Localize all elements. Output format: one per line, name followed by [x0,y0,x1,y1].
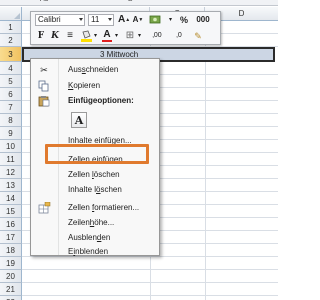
font-color-button[interactable]: A [101,30,113,42]
row-header[interactable]: 7 [0,101,22,114]
row-header[interactable]: 18 [0,244,22,257]
menu-item-copy-label: Kopieren [68,81,101,90]
mini-toolbar: Calibri 11 A▲ A▼ ▾ % 000 F K ≡ ▾ A ▾ ⊞ ▾… [30,11,221,45]
row-header[interactable]: 10 [0,140,22,153]
accounting-dropdown-icon[interactable]: ▾ [168,14,173,26]
row-header[interactable]: 22 [0,296,22,300]
row-header[interactable]: 9 [0,127,22,140]
font-name-select[interactable]: Calibri [35,14,85,26]
row-header[interactable]: 1 [0,21,22,34]
mini-toolbar-row-1: Calibri 11 A▲ A▼ ▾ % 000 [31,12,220,28]
chevron-down-icon [108,18,112,21]
increase-decimal-button[interactable]: ‚00 [147,30,167,42]
name-box-value[interactable]: A5 [40,0,49,3]
font-color-icon: A [103,29,111,40]
thousands-separator-button[interactable]: 000 [193,14,213,26]
select-all-corner[interactable] [0,7,22,20]
decrease-decimal-button[interactable]: ‚0 [169,30,189,42]
paste-option-button[interactable]: A [71,112,87,128]
strip-cell: B [128,0,133,3]
format-painter-button[interactable]: ✎ [191,30,205,42]
menu-item-unhide[interactable]: Einblenden [33,245,157,259]
row-header-selected[interactable]: 3 [0,47,22,62]
mini-toolbar-row-2: F K ≡ ▾ A ▾ ⊞ ▾ ‚00 ‚0 ✎ [31,28,220,44]
italic-button[interactable]: K [49,30,61,42]
font-name-value: Calibri [38,15,61,24]
table-row[interactable] [22,270,278,283]
menu-item-delete-cells-label: Zellen löschen [68,170,120,179]
fill-color-button[interactable] [79,30,93,42]
table-row[interactable] [22,283,278,296]
menu-item-format-cells[interactable]: Zellen formatieren... [33,201,157,215]
paste-options-title: Einfügeoptionen: [68,96,134,105]
borders-dropdown-icon[interactable]: ▾ [137,30,142,42]
row-header[interactable]: 2 [0,34,22,47]
menu-item-delete-cells[interactable]: Zellen löschen [33,168,157,182]
menu-item-cut[interactable]: ✂ Ausschneiden [33,63,157,77]
scissors-icon: ✂ [40,65,48,75]
row-header[interactable]: 21 [0,283,22,296]
row-header[interactable]: 20 [0,270,22,283]
menu-item-row-height[interactable]: Zeilenhöhe... [33,216,157,230]
format-cells-icon [37,201,51,214]
menu-item-unhide-label: Einblenden [68,247,109,256]
row-header[interactable]: 16 [0,218,22,231]
row-header[interactable]: 13 [0,179,22,192]
grow-font-button[interactable]: A▲ [118,14,130,26]
copy-icon [37,80,51,92]
menu-item-cut-label: Ausschneiden [68,65,119,74]
align-center-button[interactable]: ≡ [64,30,76,42]
menu-item-format-cells-label: Zellen formatieren... [68,203,140,212]
paste-options-header: Einfügeoptionen: [33,94,157,108]
row-header[interactable]: 6 [0,88,22,101]
font-color-dropdown-icon[interactable]: ▾ [114,30,119,42]
annotation-highlight-box [45,144,149,164]
chevron-down-icon [79,18,83,21]
formula-bar-strip: A5 B [0,0,278,6]
font-size-value: 11 [91,15,100,24]
borders-button[interactable]: ⊞ [123,30,137,42]
row-header[interactable]: 8 [0,114,22,127]
shrink-font-button[interactable]: A▼ [132,14,144,26]
money-icon [149,15,161,24]
fill-color-dropdown-icon[interactable]: ▾ [93,30,98,42]
menu-item-row-height-label: Zeilenhöhe... [68,218,115,227]
paint-bucket-icon [80,30,92,42]
row-header[interactable]: 14 [0,192,22,205]
percent-button[interactable]: % [177,14,191,26]
menu-item-clear-contents[interactable]: Inhalte löschen [33,183,157,197]
paste-options-row: A [33,109,157,131]
bold-button[interactable]: F [35,30,47,42]
row-header[interactable]: 19 [0,257,22,270]
accounting-format-button[interactable] [148,14,164,26]
font-color-swatch [102,40,112,42]
menu-item-hide-label: Ausblenden [68,233,111,242]
row-header[interactable]: 4 [0,62,22,75]
row-header[interactable]: 11 [0,153,22,166]
menu-item-hide[interactable]: Ausblenden [33,231,157,245]
clipboard-icon [37,95,51,107]
menu-item-clear-contents-label: Inhalte löschen [68,185,122,194]
font-size-select[interactable]: 11 [88,14,114,26]
row-header[interactable]: 5 [0,75,22,88]
row-header[interactable]: 15 [0,205,22,218]
row-header[interactable]: 17 [0,231,22,244]
menu-item-copy[interactable]: Kopieren [33,79,157,93]
row-header[interactable]: 12 [0,166,22,179]
